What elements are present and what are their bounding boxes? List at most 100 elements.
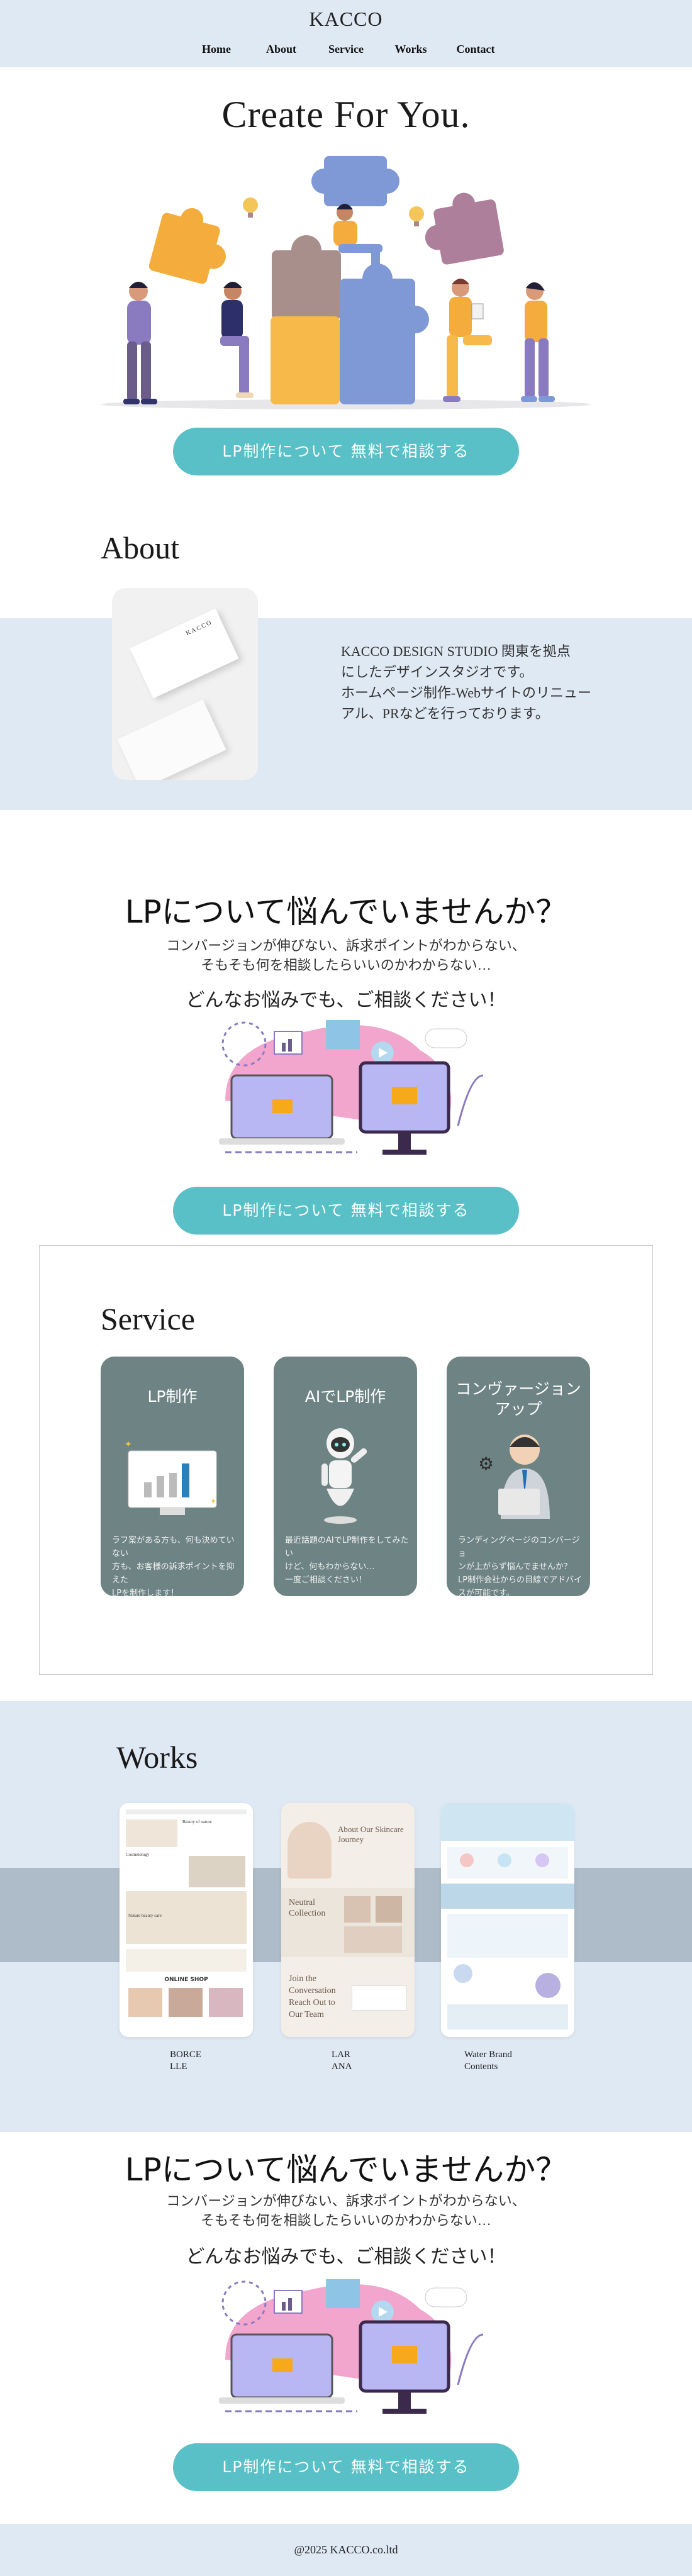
lightbulb-icon — [409, 206, 424, 226]
mock-band — [441, 1884, 574, 1909]
mock-product — [209, 1988, 243, 2017]
service-title: Service — [101, 1301, 195, 1336]
work-label-line: BORCE — [170, 2050, 202, 2060]
nav-about[interactable]: About — [249, 43, 314, 56]
work-label-line: LLE — [170, 2062, 187, 2072]
desc-line: 方も、お客様の訴求ポイントを抑えた — [112, 1562, 235, 1585]
nav-service[interactable]: Service — [314, 43, 379, 56]
desc-line: LP制作会社からの目線でアドバイ — [458, 1575, 583, 1585]
nav-home[interactable]: Home — [184, 43, 249, 56]
desc-line: ラフ案がある方も、何も決めていない — [112, 1536, 235, 1558]
robot-icon — [321, 1428, 367, 1524]
lp-subtitle-line: そもそも何を相談したらいいのかわからない… — [201, 957, 491, 973]
work-thumb-borcelle[interactable]: Beauty of nature Cosmetology Nature beau… — [120, 1803, 253, 2037]
desc-line: 最近話題のAIでLP制作をしてみたい — [285, 1536, 409, 1558]
work-label-line: ANA — [332, 2062, 352, 2072]
lp-subtitle-line: コンバージョンが伸びない、訴求ポイントがわからない、 — [166, 938, 526, 953]
mock-image — [189, 1856, 245, 1887]
laptop-icon — [219, 1074, 345, 1145]
monitor-icon — [359, 1061, 450, 1155]
monitor-icon — [359, 2320, 450, 2414]
lp-subtitle-2: コンバージョンが伸びない、訴求ポイントがわからない、 そもそも何を相談したらいい… — [0, 2191, 692, 2230]
footer-copyright: @2025 KACCO.co.ltd — [0, 2524, 692, 2576]
service-card-title: AIでLP制作 — [304, 1387, 386, 1406]
devices-illustration — [219, 1020, 484, 1155]
svg-text:⚙: ⚙ — [478, 1453, 494, 1474]
service-card-conversion[interactable]: コンヴァージョン アップ ⚙ ランディングページのコンバージョ ンが上がらず悩ん… — [447, 1357, 590, 1598]
svg-text:✦: ✦ — [125, 1440, 132, 1450]
desc-line: ランディングページのコンバージョ — [458, 1536, 580, 1558]
about-line: にしたデザインスタジオです。 — [341, 664, 533, 680]
person-clipboard-icon — [443, 279, 492, 402]
person-right-icon — [521, 282, 555, 402]
service-card-title-line: アップ — [494, 1400, 542, 1418]
work-thumb-larana[interactable]: About Our Skincare Journey Neutral Colle… — [281, 1803, 415, 2037]
lp-consult-button[interactable]: LP制作について 無料で相談する — [173, 1187, 519, 1235]
arrows-icon — [425, 1028, 467, 1048]
mock-heading: About Our Skincare Journey — [338, 1824, 404, 1844]
lp-subtitle-line: コンバージョンが伸びない、訴求ポイントがわからない、 — [166, 2193, 526, 2209]
mock-image — [126, 1819, 177, 1847]
mock-form — [352, 1985, 407, 2011]
mock-heading: Cosmetology — [126, 1852, 150, 1857]
work-label-line: Water Brand — [464, 2050, 512, 2060]
mock-nav — [126, 1809, 247, 1814]
work-label: Water Brand Contents — [464, 2049, 512, 2073]
service-card-desc: ランディングページのコンバージョ ンが上がらず悩んでませんか？ LP制作会社から… — [458, 1534, 584, 1600]
mock-block — [447, 2004, 568, 2029]
mock-product — [344, 1896, 371, 1923]
lp-consult-button-2[interactable]: LP制作について 無料で相談する — [173, 2443, 519, 2491]
about-image: KACCO — [112, 588, 258, 780]
service-card-title: コンヴァージョン アップ — [447, 1379, 590, 1419]
monitor-chart-icon: ✦✦ — [125, 1440, 217, 1515]
service-card-title: LP制作 — [147, 1387, 198, 1406]
lp-title-2: LPについて悩んでいませんか？ — [125, 2151, 567, 2188]
service-card-desc: 最近話題のAIでLP制作をしてみたい けど、何もわからない… 一度ご相談ください… — [285, 1534, 411, 1587]
service-card-ai[interactable]: AIでLP制作 最近話題のAIでLP制作をしてみたい けど、何もわからない… 一… — [274, 1357, 417, 1596]
desc-line: スが可能です。 — [458, 1589, 515, 1598]
about-title: About — [101, 530, 179, 565]
service-card-desc: ラフ案がある方も、何も決めていない 方も、お客様の訴求ポイントを抑えた LPを制… — [112, 1534, 238, 1600]
nav-works[interactable]: Works — [379, 43, 444, 56]
about-line: KACCO DESIGN STUDIO 関東を拠点 — [341, 643, 571, 659]
mock-circle — [535, 1853, 549, 1867]
work-label: LAR ANA — [332, 2049, 352, 2073]
lp-subtitle-2b: どんなお悩みでも、ご相談ください！ — [186, 2246, 506, 2268]
hero-consult-button[interactable]: LP制作について 無料で相談する — [173, 428, 519, 475]
work-label-line: LAR — [332, 2050, 350, 2060]
arrows-icon — [425, 2287, 467, 2307]
puzzle-piece-left-icon — [148, 208, 226, 284]
about-line: ホームページ制作-Webサイトのリニュー — [341, 685, 591, 701]
mock-product — [169, 1988, 203, 2017]
lp-subtitle-2: どんなお悩みでも、ご相談ください！ — [186, 989, 506, 1011]
business-card-back — [117, 699, 226, 780]
mock-product — [344, 1926, 402, 1953]
desc-line: 一度ご相談ください！ — [285, 1575, 367, 1585]
lp-subtitle: コンバージョンが伸びない、訴求ポイントがわからない、 そもそも何を相談したらいい… — [0, 936, 692, 975]
puzzle-team-illustration — [101, 156, 591, 409]
person-left-icon — [123, 282, 157, 404]
mock-block — [447, 1914, 568, 1958]
service-card-title-line: コンヴァージョン — [455, 1380, 581, 1398]
site-logo[interactable]: KACCO — [0, 8, 692, 31]
business-card-brand: KACCO — [184, 619, 214, 638]
mock-hero — [441, 1803, 574, 1841]
mock-heading: Nature beauty care — [128, 1913, 162, 1918]
service-card-lp[interactable]: LP制作 ✦ ✦ ラフ案がある方も、何も決めていない 方も、お客様の訴求ポイントを… — [101, 1357, 244, 1598]
lp-title: LPについて悩んでいませんか？ — [125, 894, 567, 930]
work-label: BORCE LLE — [170, 2049, 201, 2073]
mock-circle — [498, 1853, 511, 1867]
business-card: KACCO — [130, 608, 239, 699]
work-thumb-water[interactable] — [441, 1803, 574, 2037]
laptop-icon — [219, 2333, 345, 2404]
devices-illustration-2 — [219, 2279, 484, 2414]
about-description: KACCO DESIGN STUDIO 関東を拠点 にしたデザインスタジオです。… — [341, 641, 624, 724]
image-card-icon — [326, 2279, 360, 2308]
lightbulb-icon — [243, 197, 258, 218]
mock-circle — [460, 1853, 474, 1867]
nav-contact[interactable]: Contact — [444, 43, 508, 56]
mock-shop-label: ONLINE SHOP — [164, 1977, 208, 1983]
mock-product — [128, 1988, 162, 2017]
mock-block — [126, 1949, 247, 1972]
desc-line: けど、何もわからない… — [285, 1562, 375, 1572]
